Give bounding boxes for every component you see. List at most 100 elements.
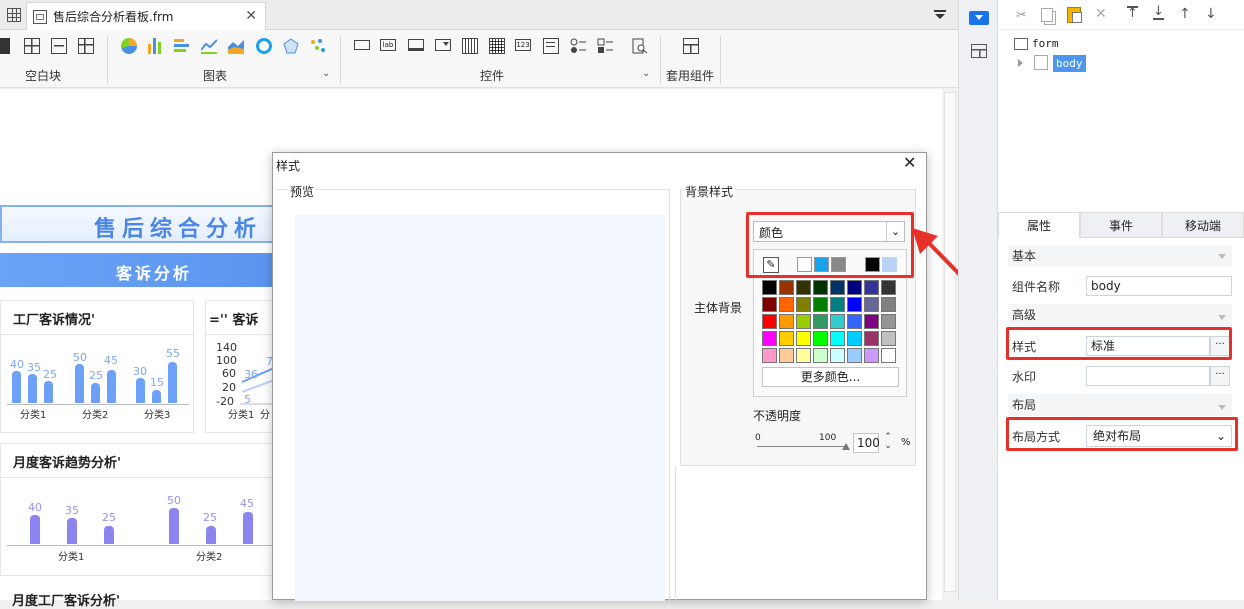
gauge-chart-icon[interactable] (256, 38, 272, 54)
tree-body-node[interactable]: body (1053, 55, 1086, 72)
palette-color-swatch[interactable] (762, 331, 777, 346)
move-up-icon[interactable]: ↑ (1179, 6, 1191, 22)
section-basic[interactable]: 基本 (1008, 245, 1232, 267)
delete-icon[interactable]: ✕ (1095, 6, 1107, 22)
controls-group-expand-icon[interactable]: ⌄ (642, 68, 650, 79)
collapse-icon[interactable] (1218, 254, 1226, 259)
layout-panel-icon[interactable] (971, 44, 987, 58)
tab-menu-icon[interactable] (934, 10, 946, 20)
palette-color-swatch[interactable] (762, 280, 777, 295)
section-layout[interactable]: 布局 (1008, 394, 1232, 416)
file-tab[interactable]: 售后综合分析看板.frm ✕ (26, 2, 266, 30)
palette-color-swatch[interactable] (779, 348, 794, 363)
palette-color-swatch[interactable] (847, 280, 862, 295)
palette-color-swatch[interactable] (779, 314, 794, 329)
palette-color-swatch[interactable] (864, 314, 879, 329)
palette-color-swatch[interactable] (813, 297, 828, 312)
palette-color-swatch[interactable] (881, 280, 896, 295)
label-widget-icon[interactable]: lab (380, 39, 396, 51)
palette-color-swatch[interactable] (779, 297, 794, 312)
search-widget-icon[interactable] (632, 38, 648, 54)
palette-color-swatch[interactable] (864, 297, 879, 312)
palette-color-swatch[interactable] (847, 297, 862, 312)
canvas-scrollbar-thumb[interactable] (944, 92, 956, 592)
palette-color-swatch[interactable] (830, 348, 845, 363)
palette-color-swatch[interactable] (796, 331, 811, 346)
palette-color-swatch[interactable] (864, 280, 879, 295)
text-input-widget-icon[interactable] (408, 39, 424, 51)
palette-color-swatch[interactable] (779, 280, 794, 295)
grid-icon[interactable] (7, 8, 21, 22)
block-icon[interactable] (0, 38, 10, 54)
calendar-widget-icon[interactable] (489, 38, 505, 54)
palette-color-swatch[interactable] (830, 297, 845, 312)
checkbox-widget-icon[interactable] (597, 38, 613, 54)
palette-color-swatch[interactable] (847, 348, 862, 363)
more-colors-button[interactable]: 更多颜色... (762, 367, 899, 387)
palette-color-swatch[interactable] (813, 314, 828, 329)
horizontal-bar-chart-icon[interactable] (174, 38, 190, 54)
textarea-widget-icon[interactable] (543, 38, 559, 54)
opacity-slider-thumb[interactable] (842, 443, 850, 450)
template-component-icon[interactable] (683, 38, 699, 54)
palette-color-swatch[interactable] (762, 348, 777, 363)
palette-color-swatch[interactable] (830, 280, 845, 295)
scatter-chart-icon[interactable] (310, 38, 326, 54)
move-to-bottom-icon[interactable]: ↓ (1153, 5, 1164, 20)
number-widget-icon[interactable]: 123 (515, 39, 531, 51)
date-widget-icon[interactable] (462, 38, 478, 54)
palette-color-swatch[interactable] (813, 348, 828, 363)
dropdown-widget-icon[interactable] (435, 39, 451, 51)
tab-layout-icon[interactable] (51, 38, 67, 54)
tree-expand-icon[interactable] (1018, 59, 1023, 67)
pie-chart-icon[interactable] (121, 38, 137, 54)
tab-events[interactable]: 事件 (1080, 212, 1162, 238)
close-tab-icon[interactable]: ✕ (245, 8, 257, 24)
move-down-icon[interactable]: ↓ (1205, 6, 1217, 22)
watermark-more-button[interactable]: ··· (1210, 366, 1230, 386)
palette-color-swatch[interactable] (762, 297, 777, 312)
collapse-icon[interactable] (1218, 315, 1226, 320)
opacity-input[interactable]: 100 (853, 433, 880, 453)
bar-chart-icon[interactable] (147, 38, 163, 54)
watermark-input[interactable] (1086, 366, 1210, 386)
collapse-icon[interactable] (1218, 405, 1226, 410)
palette-color-swatch[interactable] (881, 314, 896, 329)
section-banner[interactable]: 客诉分析 (0, 253, 280, 287)
palette-color-swatch[interactable] (813, 331, 828, 346)
palette-color-swatch[interactable] (796, 314, 811, 329)
split-layout-icon[interactable] (24, 38, 40, 54)
palette-color-swatch[interactable] (847, 314, 862, 329)
line-chart-icon[interactable] (200, 38, 218, 54)
dashboard-title-bar[interactable]: 售后综合分析 (0, 205, 280, 243)
palette-color-swatch[interactable] (796, 280, 811, 295)
paste-icon[interactable] (1067, 7, 1082, 23)
move-to-top-icon[interactable]: ↑ (1127, 6, 1138, 20)
close-icon[interactable]: ✕ (903, 153, 916, 172)
palette-color-swatch[interactable] (864, 331, 879, 346)
palette-color-swatch[interactable] (796, 297, 811, 312)
component-name-input[interactable]: body (1086, 276, 1232, 296)
opacity-slider-track[interactable] (757, 446, 847, 447)
palette-color-swatch[interactable] (830, 314, 845, 329)
section-advanced[interactable]: 高级 (1008, 304, 1232, 326)
tab-properties[interactable]: 属性 (998, 212, 1080, 238)
palette-color-swatch[interactable] (779, 331, 794, 346)
button-widget-icon[interactable] (354, 40, 370, 50)
component-tree-icon[interactable] (969, 11, 989, 25)
palette-color-swatch[interactable] (881, 297, 896, 312)
tab-mobile[interactable]: 移动端 (1162, 212, 1244, 238)
palette-color-swatch[interactable] (762, 314, 777, 329)
cut-icon[interactable]: ✂ (1016, 8, 1027, 23)
radar-chart-icon[interactable] (283, 38, 299, 54)
radio-widget-icon[interactable] (570, 38, 586, 54)
palette-color-swatch[interactable] (864, 348, 879, 363)
area-chart-icon[interactable] (228, 38, 244, 54)
palette-color-swatch[interactable] (881, 348, 896, 363)
tree-root-label[interactable]: form (1032, 37, 1059, 50)
palette-color-swatch[interactable] (847, 331, 862, 346)
palette-color-swatch[interactable] (796, 348, 811, 363)
palette-color-swatch[interactable] (813, 280, 828, 295)
palette-color-swatch[interactable] (881, 331, 896, 346)
copy-icon[interactable] (1041, 8, 1053, 22)
